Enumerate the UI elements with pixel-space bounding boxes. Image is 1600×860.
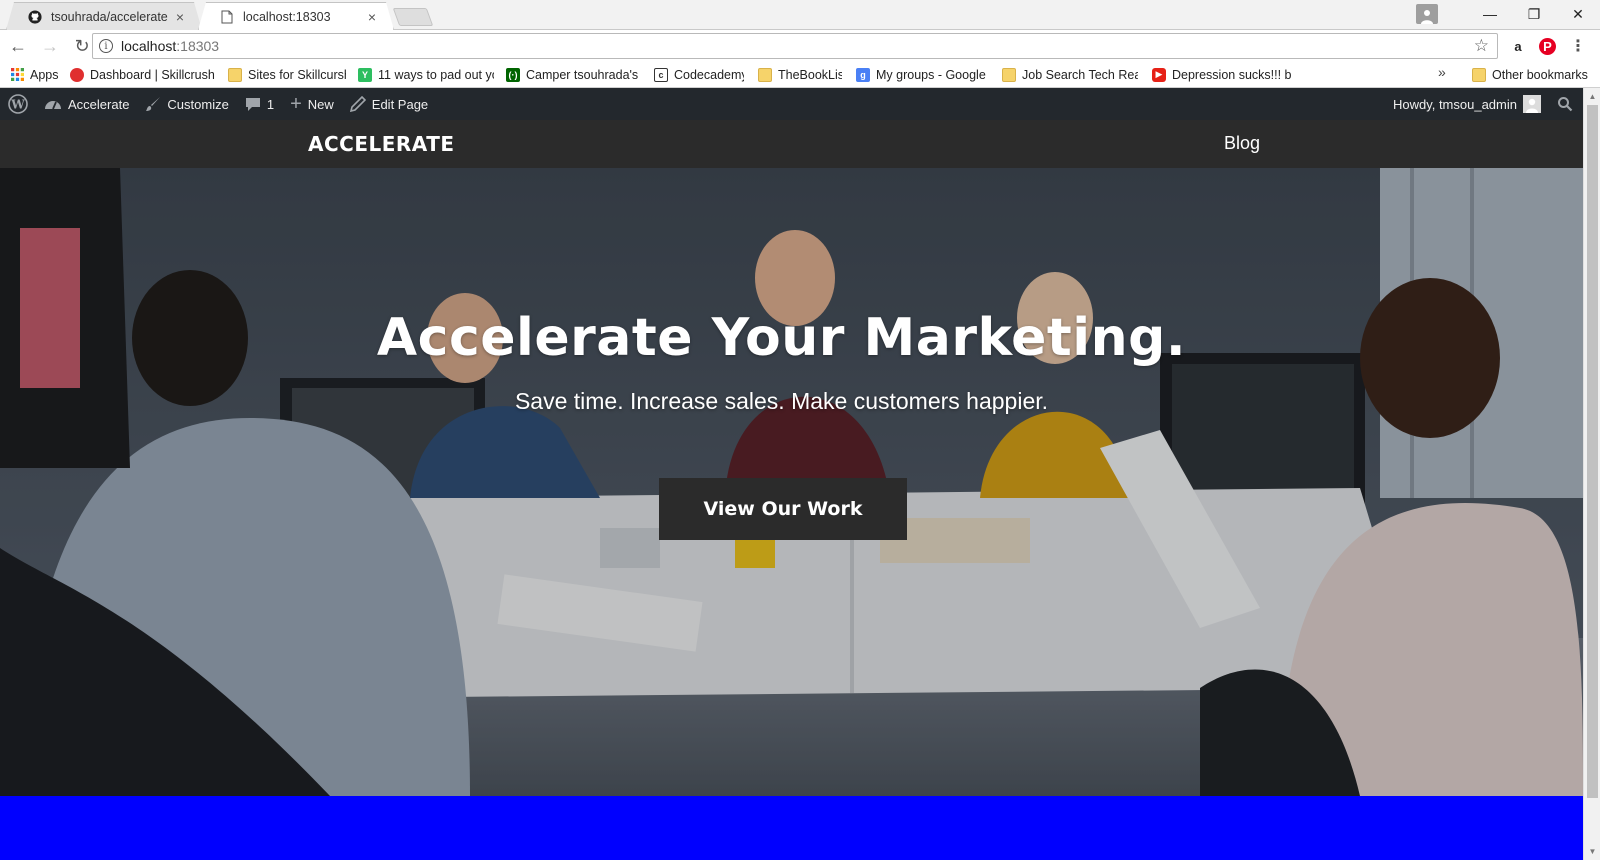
- bookmark-depression-sucks[interactable]: ▶ Depression sucks!!! bu: [1152, 64, 1292, 86]
- amazon-extension-icon[interactable]: a: [1508, 36, 1528, 56]
- avatar: [1523, 95, 1541, 113]
- svg-text:W: W: [10, 98, 25, 112]
- paintbrush-icon: [145, 96, 161, 112]
- codecademy-icon: c: [654, 67, 668, 82]
- browser-toolbar: ← → ↻ i localhost:18303 ☆ a P ⋮: [0, 30, 1600, 62]
- github-icon: [27, 9, 43, 25]
- bookmark-11-ways[interactable]: Y 11 ways to pad out yo: [358, 64, 494, 86]
- bookmark-thebooklist[interactable]: TheBookList: [758, 64, 842, 86]
- freecodecamp-icon: (·): [506, 67, 520, 82]
- folder-icon: [1472, 68, 1486, 82]
- admin-comments[interactable]: 1: [237, 88, 282, 120]
- address-bar[interactable]: i localhost:18303 ☆: [92, 33, 1498, 59]
- folder-icon: [758, 67, 772, 82]
- admin-customize[interactable]: Customize: [137, 88, 236, 120]
- page-icon: [219, 9, 235, 25]
- bookmark-job-search[interactable]: Job Search Tech Read: [1002, 64, 1138, 86]
- profile-icon[interactable]: [1416, 4, 1438, 24]
- folder-icon: [228, 67, 242, 82]
- url-port: :18303: [176, 38, 220, 54]
- wp-admin-bar: W Accelerate Customize 1 + New Edit Page…: [0, 88, 1583, 120]
- window-close-button[interactable]: ✕: [1556, 0, 1600, 28]
- pinterest-extension-icon[interactable]: P: [1539, 38, 1556, 55]
- tab-title: tsouhrada/accelerate: [51, 9, 168, 24]
- page-viewport: W Accelerate Customize 1 + New Edit Page…: [0, 88, 1583, 860]
- chrome-menu-icon[interactable]: ⋮: [1568, 36, 1588, 56]
- apps-grid-icon: [10, 68, 24, 82]
- admin-my-account[interactable]: Howdy, tmsou_admin: [1385, 88, 1549, 120]
- browser-tabstrip: tsouhrada/accelerate × localhost:18303 ×…: [0, 0, 1600, 30]
- tab-github[interactable]: tsouhrada/accelerate ×: [6, 2, 202, 30]
- nav-link-blog[interactable]: Blog: [1224, 133, 1260, 154]
- admin-edit-page[interactable]: Edit Page: [342, 88, 436, 120]
- tab-localhost[interactable]: localhost:18303 ×: [198, 2, 394, 30]
- close-icon[interactable]: ×: [173, 9, 187, 25]
- back-button[interactable]: ←: [4, 32, 32, 60]
- close-icon[interactable]: ×: [365, 9, 379, 25]
- hero-section: Accelerate Your Marketing. Save time. In…: [0, 168, 1583, 796]
- forward-button[interactable]: →: [36, 32, 64, 60]
- bookmarks-overflow-button[interactable]: »: [1438, 64, 1446, 80]
- minimize-button[interactable]: —: [1468, 0, 1512, 28]
- window-controls: — ❐ ✕: [1416, 0, 1600, 28]
- hero-title: Accelerate Your Marketing.: [376, 308, 1187, 368]
- site-info-icon[interactable]: i: [99, 39, 113, 53]
- folder-icon: [1002, 67, 1016, 82]
- bookmarks-bar: Apps Dashboard | Skillcrush Sites for Sk…: [0, 62, 1600, 88]
- bookmark-camper[interactable]: (·) Camper tsouhrada's C: [506, 64, 640, 86]
- restore-button[interactable]: ❐: [1512, 0, 1556, 28]
- comment-bubble-icon: [245, 96, 261, 112]
- site-title[interactable]: ACCELERATE: [308, 132, 455, 156]
- view-our-work-button[interactable]: View Our Work: [659, 478, 907, 540]
- bookmark-apps[interactable]: Apps: [10, 64, 66, 86]
- tab-title: localhost:18303: [243, 9, 331, 24]
- hero-subtitle: Save time. Increase sales. Make customer…: [514, 388, 1049, 414]
- admin-new[interactable]: + New: [282, 88, 342, 120]
- google-groups-icon: g: [856, 67, 870, 82]
- url-host: localhost: [121, 38, 177, 54]
- evernote-icon: Y: [358, 67, 372, 82]
- blue-section-band: [0, 796, 1583, 860]
- scroll-up-arrow-icon[interactable]: ▲: [1584, 88, 1600, 105]
- youtube-icon: ▶: [1152, 67, 1166, 82]
- page-scrollbar[interactable]: ▲ ▼: [1583, 88, 1600, 860]
- search-icon[interactable]: [1549, 88, 1583, 120]
- bookmark-skillcrush[interactable]: Dashboard | Skillcrush: [70, 64, 216, 86]
- admin-bar-right: Howdy, tmsou_admin: [1385, 88, 1583, 120]
- site-header: ACCELERATE Blog: [0, 120, 1583, 168]
- bookmark-other-bookmarks[interactable]: Other bookmarks: [1472, 64, 1588, 86]
- skillcrush-icon: [70, 67, 84, 82]
- scroll-down-arrow-icon[interactable]: ▼: [1584, 843, 1600, 860]
- dashboard-gauge-icon: [44, 96, 62, 112]
- bookmark-google-groups[interactable]: g My groups - Google G: [856, 64, 988, 86]
- bookmark-codecademy[interactable]: c Codecademy: [654, 64, 744, 86]
- bookmark-star-icon[interactable]: ☆: [1474, 36, 1489, 56]
- plus-icon: +: [290, 92, 302, 115]
- pencil-icon: [349, 96, 366, 112]
- bookmark-sites-for-skillcursh[interactable]: Sites for Skillcursh: [228, 64, 346, 86]
- scrollbar-thumb[interactable]: [1587, 105, 1598, 798]
- admin-site-name[interactable]: Accelerate: [36, 88, 137, 120]
- wordpress-logo-icon[interactable]: W: [0, 88, 36, 120]
- new-tab-button[interactable]: [392, 8, 434, 26]
